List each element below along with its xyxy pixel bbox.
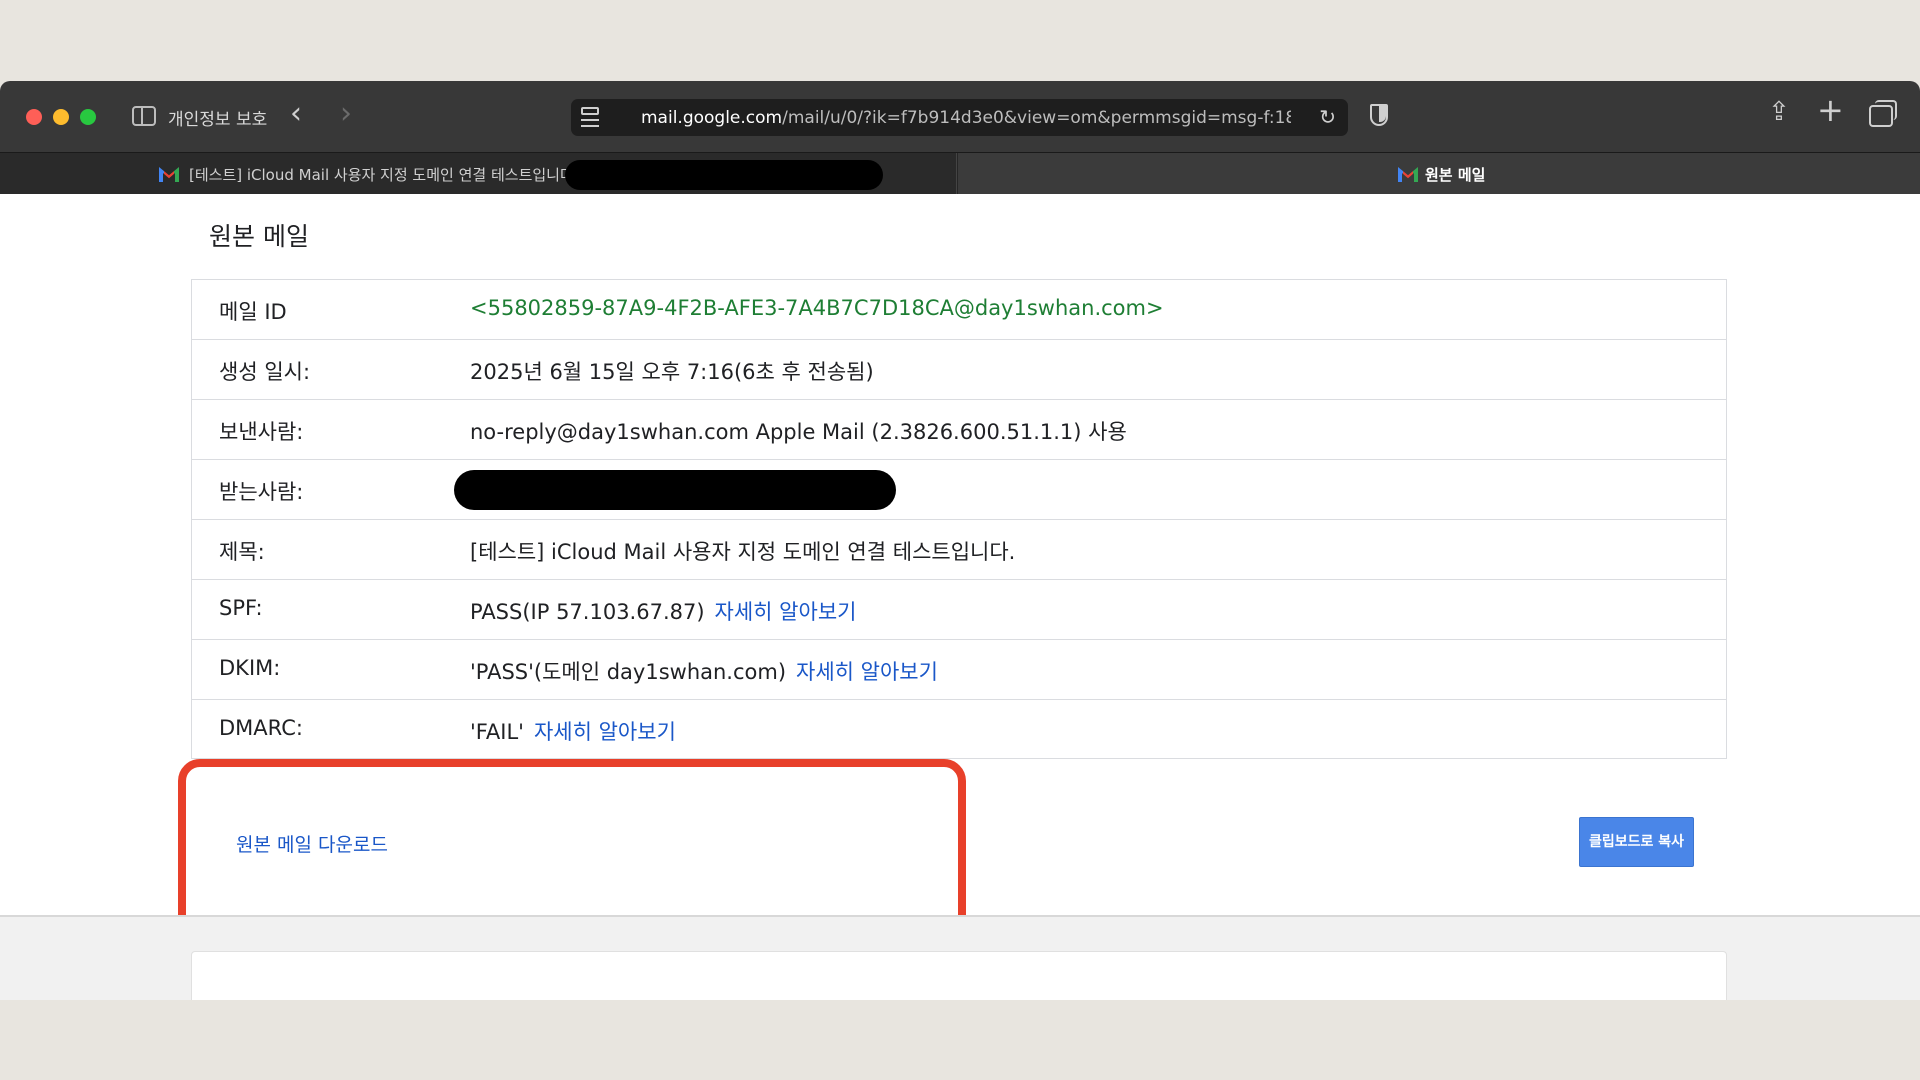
footer-card: [191, 951, 1727, 1000]
url-text[interactable]: mail.google.com/mail/u/0/?ik=f7b914d3e0&…: [641, 108, 1291, 128]
dkim-value: 'PASS'(도메인 day1swhan.com) 자세히 알아보기: [470, 656, 938, 686]
tab-original-message[interactable]: 원본 메일: [958, 153, 1920, 195]
reload-icon[interactable]: ↻: [1319, 105, 1336, 129]
dkim-result: 'PASS'(도메인 day1swhan.com): [470, 660, 787, 684]
table-row: DKIM: 'PASS'(도메인 day1swhan.com) 자세히 알아보기: [192, 640, 1726, 700]
sender-value: no-reply@day1swhan.com Apple Mail (2.382…: [470, 420, 1127, 444]
tab-email[interactable]: [테스트] iCloud Mail 사용자 지정 도메인 연결 테스트입니다.: [0, 153, 957, 195]
tab-title: [테스트] iCloud Mail 사용자 지정 도메인 연결 테스트입니다.: [189, 166, 579, 184]
close-window-button[interactable]: [26, 109, 42, 125]
page-menu-icon[interactable]: [581, 107, 599, 128]
tab-overview-icon[interactable]: [1869, 100, 1897, 127]
url-host: mail.google.com: [641, 108, 783, 128]
redaction-bar: [565, 160, 883, 190]
message-id-value: <55802859-87A9-4F2B-AFE3-7A4B7C7D18CA@da…: [470, 296, 1164, 320]
redaction-bar: [454, 470, 896, 510]
row-label: DMARC:: [219, 716, 303, 740]
dmarc-learn-more-link[interactable]: 자세히 알아보기: [534, 720, 676, 744]
table-row: 생성 일시: 2025년 6월 15일 오후 7:16(6초 후 전송됨): [192, 340, 1726, 400]
dmarc-result: 'FAIL': [470, 720, 524, 744]
row-label: 보낸사람:: [219, 420, 304, 444]
minimize-window-button[interactable]: [53, 109, 69, 125]
dkim-learn-more-link[interactable]: 자세히 알아보기: [796, 660, 938, 684]
forward-arrow-icon[interactable]: ›: [340, 99, 352, 129]
tab-title: 원본 메일: [1425, 166, 1486, 184]
table-row: DMARC: 'FAIL' 자세히 알아보기: [192, 700, 1726, 760]
page-content: 원본 메일 메일 ID <55802859-87A9-4F2B-AFE3-7A4…: [0, 194, 1920, 965]
tab-bar: [테스트] iCloud Mail 사용자 지정 도메인 연결 테스트입니다. …: [0, 152, 1920, 195]
table-row: 제목: [테스트] iCloud Mail 사용자 지정 도메인 연결 테스트입…: [192, 520, 1726, 580]
row-label: SPF:: [219, 596, 263, 620]
dmarc-value: 'FAIL' 자세히 알아보기: [470, 716, 676, 746]
copy-to-clipboard-button[interactable]: 클립보드로 복사: [1579, 817, 1694, 867]
gmail-icon: [159, 167, 179, 182]
privacy-label[interactable]: 개인정보 보호: [168, 105, 267, 130]
share-icon[interactable]: ⇪: [1768, 97, 1790, 127]
spf-learn-more-link[interactable]: 자세히 알아보기: [715, 600, 857, 624]
address-bar[interactable]: mail.google.com/mail/u/0/?ik=f7b914d3e0&…: [571, 99, 1348, 136]
new-tab-plus-icon[interactable]: +: [1817, 91, 1844, 129]
row-label: 제목:: [219, 540, 265, 564]
page-title: 원본 메일: [209, 222, 309, 251]
row-label: DKIM:: [219, 656, 281, 680]
created-at-value: 2025년 6월 15일 오후 7:16(6초 후 전송됨): [470, 360, 874, 384]
zoom-window-button[interactable]: [80, 109, 96, 125]
sidebar-toggle-icon[interactable]: [132, 106, 156, 126]
browser-toolbar: 개인정보 보호 ‹ › mail.google.com/mail/u/0/?ik…: [0, 81, 1920, 152]
download-original-link[interactable]: 원본 메일 다운로드: [236, 830, 388, 857]
gmail-icon: [1398, 167, 1418, 182]
subject-value: [테스트] iCloud Mail 사용자 지정 도메인 연결 테스트입니다.: [470, 540, 1016, 564]
message-details-table: 메일 ID <55802859-87A9-4F2B-AFE3-7A4B7C7D1…: [191, 279, 1727, 759]
table-row: 받는사람:: [192, 460, 1726, 520]
browser-window: 개인정보 보호 ‹ › mail.google.com/mail/u/0/?ik…: [0, 81, 1920, 1000]
table-row: 보낸사람: no-reply@day1swhan.com Apple Mail …: [192, 400, 1726, 460]
back-arrow-icon[interactable]: ‹: [290, 99, 302, 129]
table-row: SPF: PASS(IP 57.103.67.87) 자세히 알아보기: [192, 580, 1726, 640]
spf-value: PASS(IP 57.103.67.87) 자세히 알아보기: [470, 596, 856, 626]
privacy-shield-icon[interactable]: [1370, 104, 1388, 126]
row-label: 받는사람:: [219, 480, 304, 504]
row-label: 메일 ID: [219, 300, 287, 324]
page-footer: [0, 915, 1920, 1000]
row-label: 생성 일시:: [219, 360, 311, 384]
url-path: /mail/u/0/?ik=f7b914d3e0&view=om&permmsg…: [782, 108, 1291, 128]
table-row: 메일 ID <55802859-87A9-4F2B-AFE3-7A4B7C7D1…: [192, 280, 1726, 340]
spf-result: PASS(IP 57.103.67.87): [470, 600, 705, 624]
